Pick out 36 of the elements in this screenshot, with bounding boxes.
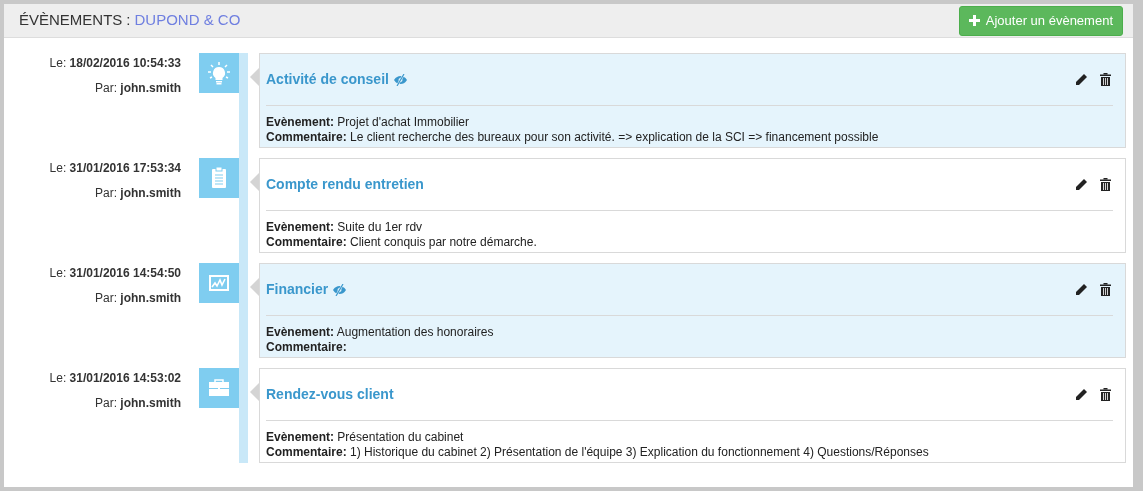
event-description: Evènement: Augmentation des honoraires xyxy=(266,325,494,340)
date-text: Le: 31/01/2016 17:53:34 xyxy=(49,160,181,177)
add-event-button[interactable]: Ajouter un évènement xyxy=(958,5,1123,36)
delete-icon[interactable] xyxy=(1100,283,1111,296)
lightbulb-icon xyxy=(207,61,231,85)
title-separator: : xyxy=(126,10,131,31)
event-comment: Commentaire: Client conquis par notre démarche. xyxy=(266,235,537,250)
event-description: Evènement: Suite du 1er rdv xyxy=(266,220,423,235)
delete-icon[interactable] xyxy=(1100,73,1111,86)
hidden-eye-icon xyxy=(392,73,408,86)
author-text: Par: john.smith xyxy=(95,395,181,412)
edit-icon[interactable] xyxy=(1075,73,1088,86)
event-comment: Commentaire: xyxy=(266,340,347,355)
hidden-eye-icon xyxy=(332,283,348,296)
edit-icon[interactable] xyxy=(1075,178,1088,191)
delete-icon[interactable] xyxy=(1100,178,1111,191)
edit-icon[interactable] xyxy=(1075,283,1088,296)
date-text: Le: 18/02/2016 10:54:33 xyxy=(49,55,181,72)
panel-title: ÉVÈNEMENTS xyxy=(19,10,123,31)
event-comment: Commentaire: Le client recherche des bureaux pour son activité. => explication de la SCI => financement possible xyxy=(266,130,879,145)
edit-icon[interactable] xyxy=(1075,388,1088,401)
event-title: Rendez-vous client xyxy=(266,385,394,404)
event-title: Compte rendu entretien xyxy=(266,175,424,194)
event-description: Evènement: Projet d'achat Immobilier xyxy=(266,115,470,130)
event-title: Financier xyxy=(266,280,329,299)
author-text: Par: john.smith xyxy=(95,80,181,97)
event-comment: Commentaire: 1) Historique du cabinet 2) Présentation de l'équipe 3) Explication du fonctionnement 4) Questions/Réponses xyxy=(266,445,929,460)
plus-icon xyxy=(968,15,980,26)
delete-icon[interactable] xyxy=(1100,388,1111,401)
date-text: Le: 31/01/2016 14:53:02 xyxy=(49,370,181,387)
date-text: Le: 31/01/2016 14:54:50 xyxy=(49,265,181,282)
client-name: DUPOND & CO xyxy=(134,10,241,31)
event-description: Evènement: Présentation du cabinet xyxy=(266,430,464,445)
author-text: Par: john.smith xyxy=(95,185,181,202)
author-text: Par: john.smith xyxy=(95,290,181,307)
event-title: Activité de conseil xyxy=(266,70,389,89)
